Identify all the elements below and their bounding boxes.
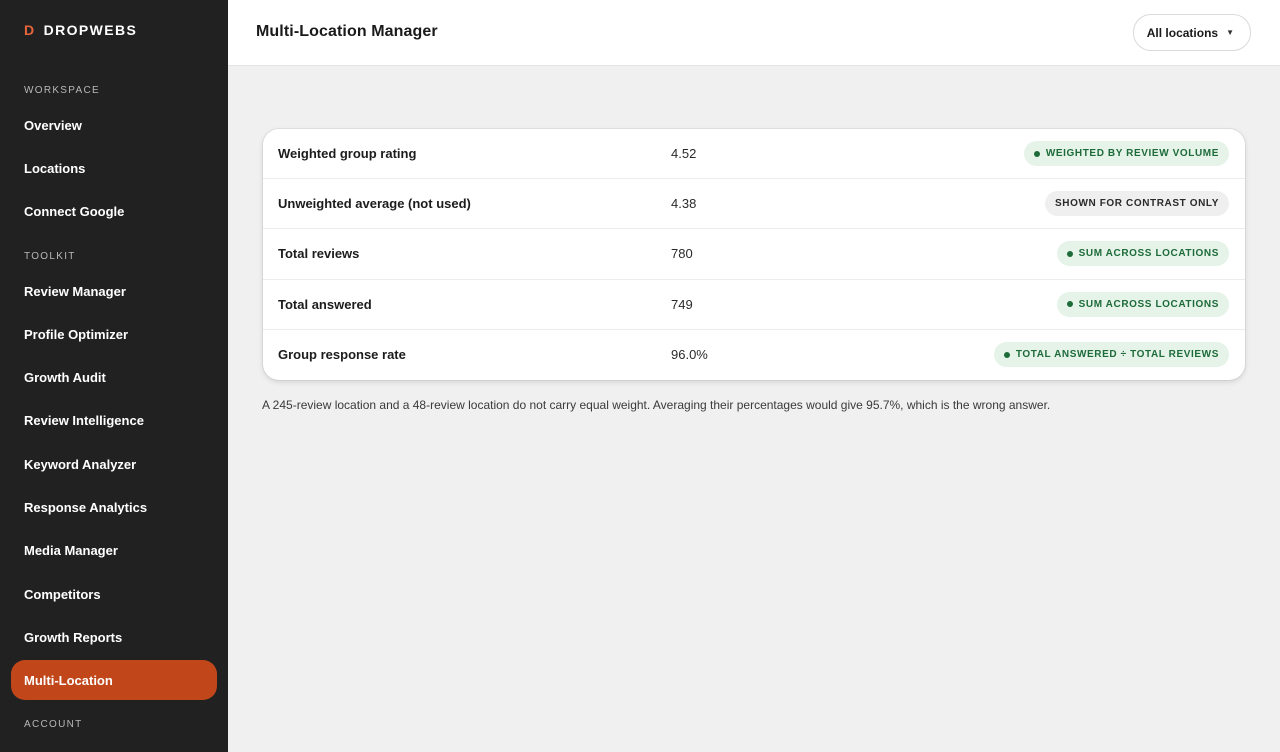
- table-row: Total answered 749 SUM ACROSS LOCATIONS: [263, 280, 1245, 330]
- sidebar-item-competitors[interactable]: Competitors: [11, 574, 217, 614]
- sidebar-item-connect-google[interactable]: Connect Google: [11, 191, 217, 231]
- brand-mark: D: [24, 22, 35, 38]
- sidebar-item-profile-optimizer[interactable]: Profile Optimizer: [11, 314, 217, 354]
- row-value: 749: [671, 296, 693, 312]
- dot-icon: [1066, 301, 1073, 308]
- row-value: 96.0%: [671, 347, 708, 363]
- footnote: A 245-review location and a 48-review lo…: [262, 398, 1051, 412]
- row-label: Total answered: [278, 296, 372, 312]
- location-select[interactable]: All locations ▼: [1132, 14, 1251, 51]
- badge-text: WEIGHTED BY REVIEW VOLUME: [1045, 148, 1219, 160]
- table-row: Unweighted average (not used) 4.38 SHOWN…: [263, 179, 1245, 230]
- status-badge: SUM ACROSS LOCATIONS: [1056, 241, 1229, 267]
- badge-text: TOTAL ANSWERED ÷ TOTAL REVIEWS: [1015, 349, 1219, 361]
- sidebar-item-keyword-analyzer[interactable]: Keyword Analyzer: [11, 444, 217, 484]
- dot-icon: [1033, 150, 1040, 157]
- section-label-account: ACCOUNT: [24, 719, 83, 730]
- sidebar-item-media-manager[interactable]: Media Manager: [11, 530, 217, 570]
- dot-icon: [1003, 351, 1010, 358]
- top-header: Multi-Location Manager All locations ▼: [228, 0, 1280, 66]
- table-row: Weighted group rating 4.52 WEIGHTED BY R…: [263, 129, 1245, 180]
- sidebar-item-growth-reports[interactable]: Growth Reports: [11, 617, 217, 657]
- brand-name: DROPWEBS: [43, 22, 138, 38]
- status-badge: SHOWN FOR CONTRAST ONLY: [1045, 191, 1229, 217]
- sidebar-item-growth-audit[interactable]: Growth Audit: [11, 357, 217, 397]
- section-label-toolkit: TOOLKIT: [24, 251, 76, 262]
- brand-logo[interactable]: D DROPWEBS: [24, 22, 137, 38]
- badge-text: SUM ACROSS LOCATIONS: [1078, 298, 1219, 310]
- badge-text: SHOWN FOR CONTRAST ONLY: [1055, 198, 1219, 210]
- sidebar-item-response-analytics[interactable]: Response Analytics: [11, 487, 217, 527]
- row-value: 780: [671, 246, 693, 262]
- chevron-down-icon: ▼: [1226, 28, 1234, 37]
- sidebar-item-locations[interactable]: Locations: [11, 148, 217, 188]
- dot-icon: [1066, 250, 1073, 257]
- status-badge: TOTAL ANSWERED ÷ TOTAL REVIEWS: [993, 342, 1229, 368]
- row-label: Total reviews: [278, 246, 360, 262]
- sidebar-item-overview[interactable]: Overview: [11, 105, 217, 145]
- sidebar: D DROPWEBS WORKSPACE Overview Locations …: [0, 0, 228, 752]
- table-row: Total reviews 780 SUM ACROSS LOCATIONS: [263, 229, 1245, 280]
- row-value: 4.52: [671, 146, 697, 162]
- group-summary-card: Weighted group rating 4.52 WEIGHTED BY R…: [263, 129, 1245, 380]
- table-row: Group response rate 96.0% TOTAL ANSWERED…: [263, 330, 1245, 380]
- location-select-value: All locations: [1146, 25, 1219, 40]
- page-title: Multi-Location Manager: [256, 23, 438, 40]
- badge-text: SUM ACROSS LOCATIONS: [1078, 248, 1219, 260]
- sidebar-item-multi-location[interactable]: Multi-Location: [11, 660, 217, 700]
- row-label: Unweighted average (not used): [278, 196, 471, 212]
- section-label-workspace: WORKSPACE: [24, 85, 100, 96]
- status-badge: WEIGHTED BY REVIEW VOLUME: [1023, 141, 1229, 167]
- sidebar-item-review-intelligence[interactable]: Review Intelligence: [11, 400, 217, 440]
- sidebar-item-review-manager[interactable]: Review Manager: [11, 271, 217, 311]
- row-value: 4.38: [671, 196, 697, 212]
- row-label: Group response rate: [278, 347, 406, 363]
- status-badge: SUM ACROSS LOCATIONS: [1056, 291, 1229, 317]
- row-label: Weighted group rating: [278, 146, 417, 162]
